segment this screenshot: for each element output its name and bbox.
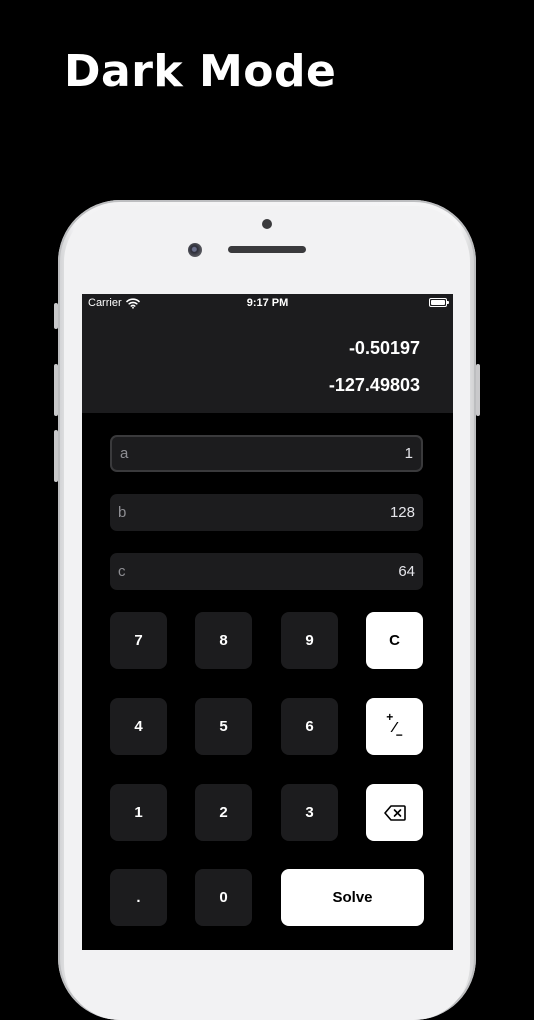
coefficient-a-label: a xyxy=(120,445,129,462)
headline: Dark Mode xyxy=(64,46,337,97)
plus-minus-icon: +⁄− xyxy=(386,709,403,742)
earpiece-speaker xyxy=(228,246,306,253)
coefficient-b-field[interactable]: b 128 xyxy=(110,494,423,531)
coefficient-a-field[interactable]: a 1 xyxy=(110,435,423,472)
app-screen: Carrier 9:17 PM -0.50197 -127.49803 a 1 … xyxy=(82,294,453,950)
coefficient-b-label: b xyxy=(118,504,127,521)
solve-button[interactable]: Solve xyxy=(281,869,424,926)
backspace-icon xyxy=(383,804,406,821)
plus-minus-button[interactable]: +⁄− xyxy=(366,698,423,755)
root-1-value: -0.50197 xyxy=(348,338,420,358)
clear-button[interactable]: C xyxy=(366,612,423,669)
key-8[interactable]: 8 xyxy=(195,612,252,669)
key-6[interactable]: 6 xyxy=(281,698,338,755)
battery-icon xyxy=(429,298,449,307)
key-0[interactable]: 0 xyxy=(195,869,252,926)
proximity-sensor xyxy=(262,219,272,229)
results-panel: -0.50197 -127.49803 xyxy=(82,312,453,413)
key-7[interactable]: 7 xyxy=(110,612,167,669)
key-2[interactable]: 2 xyxy=(195,784,252,841)
key-1[interactable]: 1 xyxy=(110,784,167,841)
key-4[interactable]: 4 xyxy=(110,698,167,755)
root-2-value: -127.49803 xyxy=(328,375,420,395)
status-time: 9:17 PM xyxy=(246,297,289,309)
status-bar: Carrier 9:17 PM xyxy=(82,294,453,312)
backspace-button[interactable] xyxy=(366,784,423,841)
power-button xyxy=(476,364,480,416)
coefficient-a-value: 1 xyxy=(404,445,413,462)
coefficient-c-field[interactable]: c 64 xyxy=(110,553,423,590)
key-9[interactable]: 9 xyxy=(281,612,338,669)
coefficient-c-label: c xyxy=(118,563,126,580)
front-camera xyxy=(188,243,202,257)
decimal-point-key[interactable]: . xyxy=(110,869,167,926)
coefficient-c-value: 64 xyxy=(398,563,415,580)
key-5[interactable]: 5 xyxy=(195,698,252,755)
key-3[interactable]: 3 xyxy=(281,784,338,841)
coefficient-b-value: 128 xyxy=(389,504,415,521)
